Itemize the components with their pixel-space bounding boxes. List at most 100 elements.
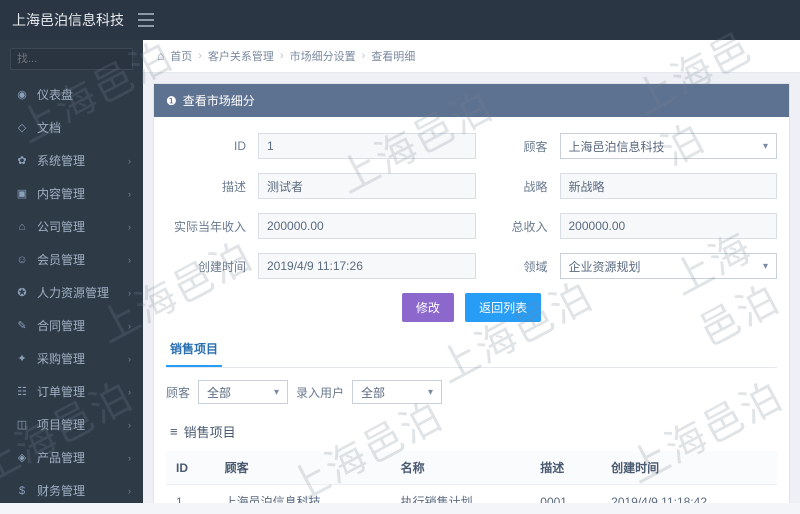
sidebar: ◉ 仪表盘 ◇ 文档 ✿ 系统管理 › ▣ 内容管理 › ⌂ 公司管理 › ☺ 会员管理 › ✪ 人力… — [0, 40, 143, 503]
list-header: ≡ 销售项目 — [166, 412, 777, 451]
order-icon: ☷ — [15, 385, 29, 399]
th-desc: 描述 — [530, 451, 601, 485]
label-customer: 顾客 — [488, 138, 548, 155]
panel-header: ❶ 查看市场细分 — [154, 84, 789, 117]
th-customer: 顾客 — [215, 451, 391, 485]
chevron-right-icon: › — [128, 354, 131, 364]
label-strategy: 战略 — [488, 178, 548, 195]
nav-label: 会员管理 — [37, 251, 85, 268]
nav-docs[interactable]: ◇ 文档 — [0, 111, 143, 144]
tabs: 销售项目 — [166, 332, 777, 368]
select-domain[interactable]: 企业资源规划 — [560, 253, 778, 279]
hamburger-icon[interactable] — [138, 13, 154, 27]
modify-button[interactable]: 修改 — [402, 293, 454, 322]
button-row: 修改 返回列表 — [166, 279, 777, 328]
select-customer[interactable]: 上海邑泊信息科技 — [560, 133, 778, 159]
table-row[interactable]: 1 上海邑泊信息科技 执行销售计划 0001 2019/4/9 11:18:42 — [166, 485, 777, 504]
money-icon: $ — [15, 484, 29, 498]
nav-purchase[interactable]: ✦采购管理› — [0, 342, 143, 375]
filter-customer-select[interactable]: 全部 — [198, 380, 288, 404]
nav-label: 文档 — [37, 119, 61, 136]
nav-label: 采购管理 — [37, 350, 85, 367]
chevron-right-icon: › — [128, 288, 131, 298]
content-icon: ▣ — [15, 187, 29, 201]
chevron-right-icon: › — [128, 387, 131, 397]
list-title: 销售项目 — [184, 422, 236, 441]
nav-label: 产品管理 — [37, 449, 85, 466]
topbar: 上海邑泊信息科技 — [0, 0, 800, 40]
company-icon: ⌂ — [15, 220, 29, 234]
label-created: 创建时间 — [166, 258, 246, 275]
table-header-row: ID 顾客 名称 描述 创建时间 — [166, 451, 777, 485]
nav-label: 财务管理 — [37, 482, 85, 499]
chevron-right-icon: › — [128, 156, 131, 166]
sales-table: ID 顾客 名称 描述 创建时间 1 上海邑泊信息科技 执行销售计划 0001 — [166, 451, 777, 503]
label-total-income: 总收入 — [488, 218, 548, 235]
cell-id: 1 — [166, 485, 215, 504]
brand-title: 上海邑泊信息科技 — [12, 10, 124, 30]
panel-title: 查看市场细分 — [183, 92, 255, 109]
value-desc: 测试者 — [258, 173, 476, 199]
chevron-right-icon: › — [128, 255, 131, 265]
nav-finance[interactable]: $ 财务管理 › — [0, 474, 143, 503]
hr-icon: ✪ — [15, 286, 29, 300]
tab-sales-project[interactable]: 销售项目 — [166, 332, 222, 367]
cell-created: 2019/4/9 11:18:42 — [601, 485, 777, 504]
user-icon: ☺ — [15, 253, 29, 267]
nav-label: 仪表盘 — [37, 86, 73, 103]
crumb-sep: › — [362, 50, 366, 62]
nav-label: 内容管理 — [37, 185, 85, 202]
chevron-right-icon: › — [128, 486, 131, 496]
crumb-3: 查看明细 — [371, 48, 415, 64]
filter-customer-label: 顾客 — [166, 384, 190, 401]
nav-list: ◉ 仪表盘 ◇ 文档 ✿ 系统管理 › ▣ 内容管理 › ⌂ 公司管理 › ☺ 会员管理 › ✪ 人力… — [0, 78, 143, 503]
cell-desc: 0001 — [530, 485, 601, 504]
crumb-home[interactable]: 首页 — [170, 48, 192, 64]
chevron-right-icon: › — [128, 189, 131, 199]
nav-project[interactable]: ◫项目管理› — [0, 408, 143, 441]
cell-customer: 上海邑泊信息科技 — [215, 485, 391, 504]
nav-hr[interactable]: ✪ 人力资源管理 › — [0, 276, 143, 309]
th-name: 名称 — [391, 451, 531, 485]
nav-order[interactable]: ☷订单管理› — [0, 375, 143, 408]
filter-user-label: 录入用户 — [296, 384, 344, 401]
contract-icon: ✎ — [15, 319, 29, 333]
label-id: ID — [166, 139, 246, 153]
back-button[interactable]: 返回列表 — [465, 293, 541, 322]
detail-panel: ❶ 查看市场细分 ID 1 顾客 上海邑泊信息科技 描述 测试者 战略 新战略 … — [153, 83, 790, 503]
filter-row: 顾客 全部 录入用户 全部 — [166, 380, 777, 404]
project-icon: ◫ — [15, 418, 29, 432]
label-domain: 领域 — [488, 258, 548, 275]
label-actual-income: 实际当年收入 — [166, 218, 246, 235]
nav-label: 人力资源管理 — [37, 284, 109, 301]
value-strategy: 新战略 — [560, 173, 778, 199]
cell-name: 执行销售计划 — [391, 485, 531, 504]
label-desc: 描述 — [166, 178, 246, 195]
chevron-right-icon: › — [128, 453, 131, 463]
nav-contract[interactable]: ✎合同管理› — [0, 309, 143, 342]
list-icon: ≡ — [170, 424, 178, 439]
value-actual-income: 200000.00 — [258, 213, 476, 239]
nav-dashboard[interactable]: ◉ 仪表盘 — [0, 78, 143, 111]
breadcrumb: ⌂ 首页 › 客户关系管理 › 市场细分设置 › 查看明细 — [143, 40, 800, 73]
crumb-1[interactable]: 客户关系管理 — [208, 48, 274, 64]
main-content: ⌂ 首页 › 客户关系管理 › 市场细分设置 › 查看明细 ❶ 查看市场细分 I… — [143, 40, 800, 503]
nav-member[interactable]: ☺ 会员管理 › — [0, 243, 143, 276]
nav-product[interactable]: ◈ 产品管理 › — [0, 441, 143, 474]
product-icon: ◈ — [15, 451, 29, 465]
doc-icon: ◇ — [15, 121, 29, 135]
nav-system[interactable]: ✿ 系统管理 › — [0, 144, 143, 177]
search-input[interactable] — [10, 48, 133, 70]
crumb-2[interactable]: 市场细分设置 — [290, 48, 356, 64]
gauge-icon: ◉ — [15, 88, 29, 102]
nav-company[interactable]: ⌂公司管理› — [0, 210, 143, 243]
filter-user-select[interactable]: 全部 — [352, 380, 442, 404]
nav-content[interactable]: ▣ 内容管理 › — [0, 177, 143, 210]
gear-icon: ✿ — [15, 154, 29, 168]
nav-label: 公司管理 — [37, 218, 85, 235]
home-icon[interactable]: ⌂ — [157, 49, 164, 63]
value-created: 2019/4/9 11:17:26 — [258, 253, 476, 279]
crumb-sep: › — [280, 50, 284, 62]
nav-label: 系统管理 — [37, 152, 85, 169]
nav-label: 合同管理 — [37, 317, 85, 334]
